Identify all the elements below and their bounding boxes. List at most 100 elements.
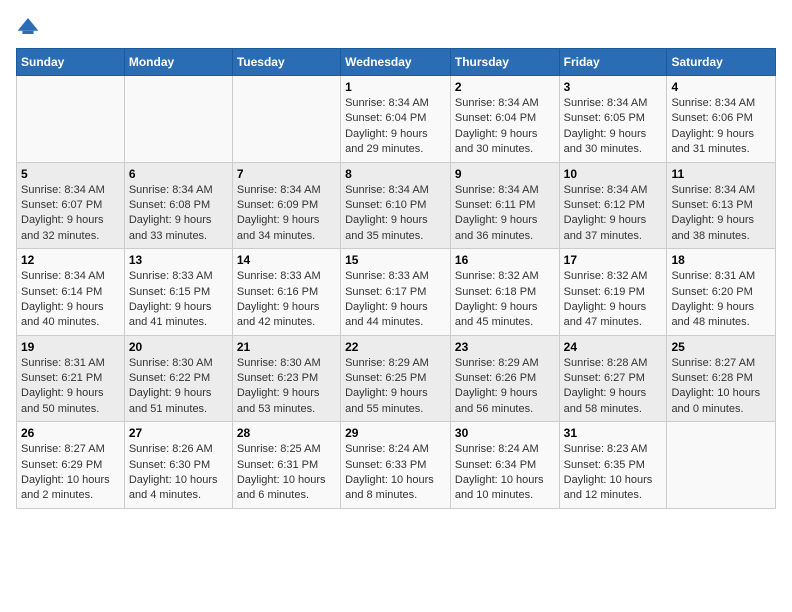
calendar-cell: 31 Sunrise: 8:23 AM Sunset: 6:35 PM Dayl… bbox=[559, 422, 667, 509]
sunset-text: Sunset: 6:23 PM bbox=[237, 372, 318, 384]
calendar-cell bbox=[17, 76, 125, 163]
day-info: Sunrise: 8:30 AM Sunset: 6:22 PM Dayligh… bbox=[129, 356, 228, 418]
daylight-text: Daylight: 9 hours and 40 minutes. bbox=[21, 301, 104, 328]
day-info: Sunrise: 8:33 AM Sunset: 6:15 PM Dayligh… bbox=[129, 269, 228, 331]
day-info: Sunrise: 8:27 AM Sunset: 6:28 PM Dayligh… bbox=[671, 356, 771, 418]
day-info: Sunrise: 8:31 AM Sunset: 6:21 PM Dayligh… bbox=[21, 356, 120, 418]
calendar-cell: 26 Sunrise: 8:27 AM Sunset: 6:29 PM Dayl… bbox=[17, 422, 125, 509]
day-number: 1 bbox=[345, 80, 446, 94]
day-number: 17 bbox=[564, 253, 663, 267]
daylight-text: Daylight: 9 hours and 32 minutes. bbox=[21, 214, 104, 241]
sunset-text: Sunset: 6:29 PM bbox=[21, 459, 102, 471]
day-info: Sunrise: 8:34 AM Sunset: 6:05 PM Dayligh… bbox=[564, 96, 663, 158]
daylight-text: Daylight: 10 hours and 6 minutes. bbox=[237, 474, 326, 501]
daylight-text: Daylight: 9 hours and 55 minutes. bbox=[345, 387, 428, 414]
calendar-cell: 17 Sunrise: 8:32 AM Sunset: 6:19 PM Dayl… bbox=[559, 249, 667, 336]
daylight-text: Daylight: 9 hours and 41 minutes. bbox=[129, 301, 212, 328]
day-info: Sunrise: 8:29 AM Sunset: 6:25 PM Dayligh… bbox=[345, 356, 446, 418]
calendar-week-row: 1 Sunrise: 8:34 AM Sunset: 6:04 PM Dayli… bbox=[17, 76, 776, 163]
calendar-cell: 15 Sunrise: 8:33 AM Sunset: 6:17 PM Dayl… bbox=[341, 249, 451, 336]
daylight-text: Daylight: 9 hours and 56 minutes. bbox=[455, 387, 538, 414]
calendar-cell: 7 Sunrise: 8:34 AM Sunset: 6:09 PM Dayli… bbox=[232, 162, 340, 249]
calendar-cell: 24 Sunrise: 8:28 AM Sunset: 6:27 PM Dayl… bbox=[559, 335, 667, 422]
sunset-text: Sunset: 6:33 PM bbox=[345, 459, 426, 471]
header-day: Saturday bbox=[667, 49, 776, 76]
calendar-week-row: 26 Sunrise: 8:27 AM Sunset: 6:29 PM Dayl… bbox=[17, 422, 776, 509]
daylight-text: Daylight: 9 hours and 51 minutes. bbox=[129, 387, 212, 414]
day-info: Sunrise: 8:24 AM Sunset: 6:33 PM Dayligh… bbox=[345, 442, 446, 504]
sunset-text: Sunset: 6:27 PM bbox=[564, 372, 645, 384]
day-number: 30 bbox=[455, 426, 555, 440]
daylight-text: Daylight: 10 hours and 4 minutes. bbox=[129, 474, 218, 501]
daylight-text: Daylight: 9 hours and 30 minutes. bbox=[455, 128, 538, 155]
day-number: 5 bbox=[21, 167, 120, 181]
sunset-text: Sunset: 6:06 PM bbox=[671, 112, 752, 124]
calendar-week-row: 12 Sunrise: 8:34 AM Sunset: 6:14 PM Dayl… bbox=[17, 249, 776, 336]
daylight-text: Daylight: 9 hours and 42 minutes. bbox=[237, 301, 320, 328]
daylight-text: Daylight: 9 hours and 30 minutes. bbox=[564, 128, 647, 155]
sunrise-text: Sunrise: 8:27 AM bbox=[671, 357, 755, 369]
calendar-cell bbox=[124, 76, 232, 163]
day-number: 23 bbox=[455, 340, 555, 354]
calendar-cell: 16 Sunrise: 8:32 AM Sunset: 6:18 PM Dayl… bbox=[450, 249, 559, 336]
page-header bbox=[16, 16, 776, 36]
day-number: 28 bbox=[237, 426, 336, 440]
day-info: Sunrise: 8:34 AM Sunset: 6:04 PM Dayligh… bbox=[345, 96, 446, 158]
day-number: 31 bbox=[564, 426, 663, 440]
calendar-cell: 20 Sunrise: 8:30 AM Sunset: 6:22 PM Dayl… bbox=[124, 335, 232, 422]
day-number: 4 bbox=[671, 80, 771, 94]
day-info: Sunrise: 8:31 AM Sunset: 6:20 PM Dayligh… bbox=[671, 269, 771, 331]
day-info: Sunrise: 8:30 AM Sunset: 6:23 PM Dayligh… bbox=[237, 356, 336, 418]
sunset-text: Sunset: 6:20 PM bbox=[671, 286, 752, 298]
sunset-text: Sunset: 6:22 PM bbox=[129, 372, 210, 384]
day-info: Sunrise: 8:33 AM Sunset: 6:16 PM Dayligh… bbox=[237, 269, 336, 331]
sunset-text: Sunset: 6:04 PM bbox=[345, 112, 426, 124]
sunset-text: Sunset: 6:12 PM bbox=[564, 199, 645, 211]
calendar-week-row: 5 Sunrise: 8:34 AM Sunset: 6:07 PM Dayli… bbox=[17, 162, 776, 249]
logo-icon bbox=[16, 16, 40, 36]
sunrise-text: Sunrise: 8:28 AM bbox=[564, 357, 648, 369]
calendar-cell: 8 Sunrise: 8:34 AM Sunset: 6:10 PM Dayli… bbox=[341, 162, 451, 249]
header-day: Tuesday bbox=[232, 49, 340, 76]
daylight-text: Daylight: 9 hours and 35 minutes. bbox=[345, 214, 428, 241]
sunset-text: Sunset: 6:11 PM bbox=[455, 199, 536, 211]
day-info: Sunrise: 8:34 AM Sunset: 6:14 PM Dayligh… bbox=[21, 269, 120, 331]
day-number: 24 bbox=[564, 340, 663, 354]
day-info: Sunrise: 8:24 AM Sunset: 6:34 PM Dayligh… bbox=[455, 442, 555, 504]
daylight-text: Daylight: 9 hours and 36 minutes. bbox=[455, 214, 538, 241]
day-number: 29 bbox=[345, 426, 446, 440]
sunrise-text: Sunrise: 8:34 AM bbox=[564, 97, 648, 109]
header-day: Thursday bbox=[450, 49, 559, 76]
calendar-cell: 19 Sunrise: 8:31 AM Sunset: 6:21 PM Dayl… bbox=[17, 335, 125, 422]
sunrise-text: Sunrise: 8:27 AM bbox=[21, 443, 105, 455]
calendar-cell: 23 Sunrise: 8:29 AM Sunset: 6:26 PM Dayl… bbox=[450, 335, 559, 422]
sunrise-text: Sunrise: 8:34 AM bbox=[21, 184, 105, 196]
day-number: 14 bbox=[237, 253, 336, 267]
calendar-cell: 28 Sunrise: 8:25 AM Sunset: 6:31 PM Dayl… bbox=[232, 422, 340, 509]
calendar-cell: 30 Sunrise: 8:24 AM Sunset: 6:34 PM Dayl… bbox=[450, 422, 559, 509]
day-number: 15 bbox=[345, 253, 446, 267]
daylight-text: Daylight: 9 hours and 47 minutes. bbox=[564, 301, 647, 328]
calendar-cell: 18 Sunrise: 8:31 AM Sunset: 6:20 PM Dayl… bbox=[667, 249, 776, 336]
daylight-text: Daylight: 9 hours and 38 minutes. bbox=[671, 214, 754, 241]
sunrise-text: Sunrise: 8:32 AM bbox=[455, 270, 539, 282]
day-number: 27 bbox=[129, 426, 228, 440]
header-day: Sunday bbox=[17, 49, 125, 76]
sunset-text: Sunset: 6:13 PM bbox=[671, 199, 752, 211]
calendar-header: SundayMondayTuesdayWednesdayThursdayFrid… bbox=[17, 49, 776, 76]
day-number: 8 bbox=[345, 167, 446, 181]
calendar-cell: 14 Sunrise: 8:33 AM Sunset: 6:16 PM Dayl… bbox=[232, 249, 340, 336]
daylight-text: Daylight: 10 hours and 8 minutes. bbox=[345, 474, 434, 501]
sunrise-text: Sunrise: 8:33 AM bbox=[129, 270, 213, 282]
sunrise-text: Sunrise: 8:24 AM bbox=[345, 443, 429, 455]
calendar-cell: 27 Sunrise: 8:26 AM Sunset: 6:30 PM Dayl… bbox=[124, 422, 232, 509]
day-number: 3 bbox=[564, 80, 663, 94]
header-day: Friday bbox=[559, 49, 667, 76]
sunset-text: Sunset: 6:35 PM bbox=[564, 459, 645, 471]
day-number: 10 bbox=[564, 167, 663, 181]
sunrise-text: Sunrise: 8:30 AM bbox=[129, 357, 213, 369]
daylight-text: Daylight: 9 hours and 45 minutes. bbox=[455, 301, 538, 328]
calendar-cell: 9 Sunrise: 8:34 AM Sunset: 6:11 PM Dayli… bbox=[450, 162, 559, 249]
day-number: 19 bbox=[21, 340, 120, 354]
day-info: Sunrise: 8:34 AM Sunset: 6:07 PM Dayligh… bbox=[21, 183, 120, 245]
